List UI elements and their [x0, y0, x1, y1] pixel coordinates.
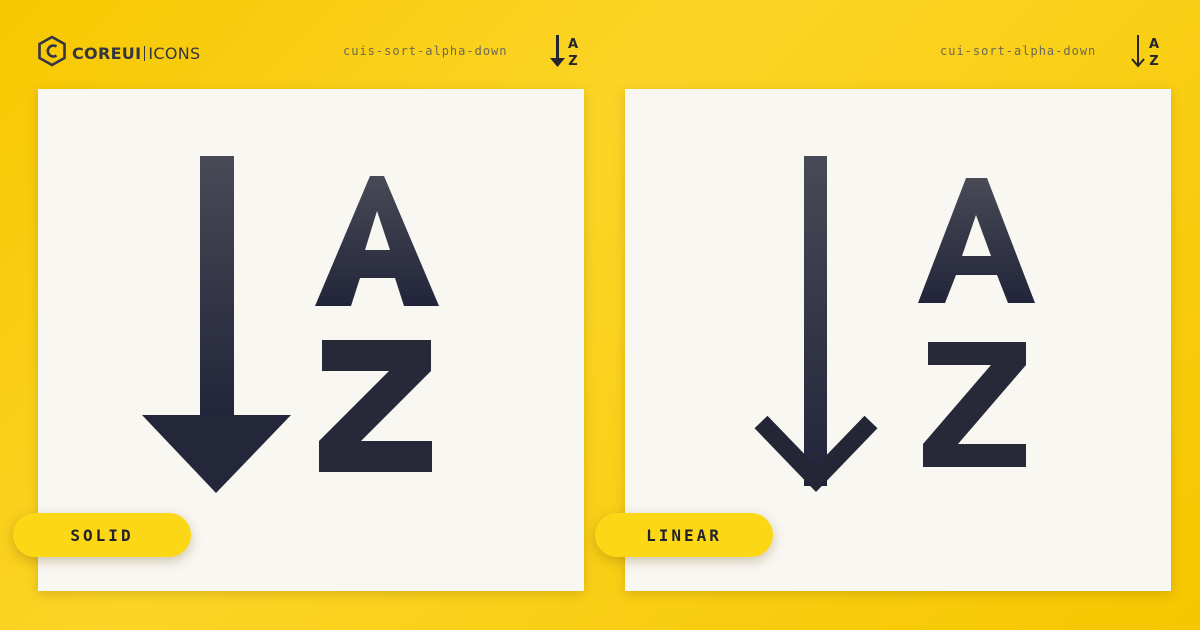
svg-text:A: A — [568, 37, 578, 52]
svg-text:Z: Z — [1149, 54, 1158, 68]
svg-text:A: A — [1149, 37, 1159, 52]
brand-wordmark: COREUI ICONS — [72, 43, 201, 63]
style-label-linear: LINEAR — [595, 513, 773, 557]
style-label-solid: SOLID — [13, 513, 191, 557]
brand-logo: COREUI ICONS — [37, 35, 200, 71]
sort-alpha-down-mini-linear-icon: A Z — [1129, 34, 1163, 72]
sort-alpha-down-mini-solid-icon: A Z — [549, 34, 581, 72]
linear-icon-name: cui-sort-alpha-down — [940, 44, 1097, 58]
coreui-logo-icon — [37, 35, 67, 71]
solid-icon-name: cuis-sort-alpha-down — [343, 44, 508, 58]
svg-text:Z: Z — [568, 54, 577, 68]
